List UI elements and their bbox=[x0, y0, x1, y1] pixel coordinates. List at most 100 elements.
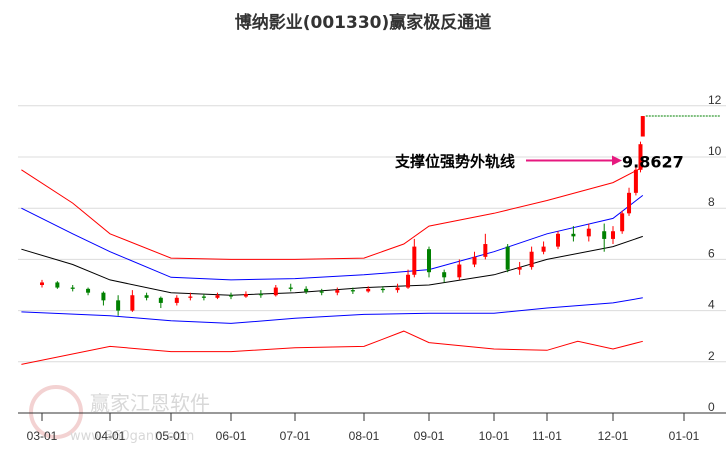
x-tick-label: 08-01 bbox=[349, 429, 380, 443]
candle bbox=[406, 269, 411, 289]
candle bbox=[288, 283, 293, 292]
candle-body bbox=[158, 297, 163, 303]
x-tick-label: 03-01 bbox=[27, 429, 58, 443]
candle bbox=[541, 241, 546, 255]
candle bbox=[70, 285, 75, 292]
y-tick-label: 12 bbox=[708, 93, 722, 107]
candle-body bbox=[586, 228, 591, 237]
candle-body bbox=[86, 288, 91, 293]
band-middle bbox=[21, 235, 643, 296]
candle-body bbox=[412, 246, 417, 275]
candle bbox=[640, 116, 645, 137]
candle-body bbox=[483, 244, 488, 257]
x-tick-label: 06-01 bbox=[216, 429, 247, 443]
candle-body bbox=[288, 287, 293, 289]
candle bbox=[116, 295, 121, 316]
candle bbox=[412, 238, 417, 278]
x-tick-label: 01-01 bbox=[669, 429, 700, 443]
candle bbox=[627, 187, 632, 216]
candle-body bbox=[130, 295, 135, 311]
candle-body bbox=[517, 267, 522, 270]
candle bbox=[529, 246, 534, 270]
candle-body bbox=[611, 231, 615, 239]
candle-body bbox=[442, 272, 447, 278]
candle bbox=[602, 223, 607, 252]
candle bbox=[158, 296, 163, 309]
watermark-brand: 赢家江恩软件 bbox=[90, 391, 210, 415]
candle bbox=[130, 290, 135, 312]
candle bbox=[505, 244, 510, 273]
y-tick-label: 2 bbox=[708, 349, 715, 363]
candle-body bbox=[541, 246, 546, 252]
candle bbox=[174, 295, 179, 306]
candle-body bbox=[101, 292, 106, 301]
candle bbox=[586, 223, 591, 242]
candle-body bbox=[457, 264, 462, 278]
candle bbox=[472, 251, 477, 268]
candle-body bbox=[627, 192, 632, 214]
candle bbox=[243, 291, 248, 298]
candle-body bbox=[188, 296, 193, 298]
candle-body bbox=[229, 295, 233, 297]
candle-body bbox=[350, 290, 355, 292]
candle bbox=[40, 279, 44, 288]
candle-body bbox=[602, 231, 607, 239]
candle-body bbox=[620, 213, 625, 232]
channel-chart: 赢家江恩软件 www.360gann.com 02468101203-01 04-… bbox=[18, 93, 726, 444]
x-tick-label: 10-01 bbox=[479, 429, 510, 443]
candle bbox=[457, 259, 462, 280]
x-tick-label: 07-01 bbox=[280, 429, 311, 443]
candle-body bbox=[243, 293, 248, 297]
x-tick-label: 11-01 bbox=[532, 429, 562, 443]
candle bbox=[611, 226, 615, 245]
candle-body bbox=[380, 288, 385, 291]
candle bbox=[335, 287, 340, 296]
candle bbox=[620, 210, 625, 234]
candle bbox=[442, 269, 447, 283]
candle-body bbox=[472, 256, 477, 265]
candle bbox=[304, 286, 309, 294]
candle bbox=[55, 281, 60, 289]
annotation-label: 支撑位强势外轨线 bbox=[394, 153, 515, 171]
candle-body bbox=[201, 296, 206, 298]
candle bbox=[556, 231, 560, 250]
y-tick-label: 6 bbox=[708, 246, 715, 260]
candle-body bbox=[40, 282, 44, 285]
candle bbox=[215, 292, 220, 300]
candle-body bbox=[640, 116, 645, 137]
candle bbox=[101, 291, 106, 306]
x-tick-label: 04-01 bbox=[95, 429, 126, 443]
candle bbox=[144, 292, 149, 301]
candle-body bbox=[70, 287, 75, 289]
x-tick-label: 09-01 bbox=[414, 429, 445, 443]
x-tick-label: 12-01 bbox=[598, 429, 629, 443]
candle-body bbox=[427, 249, 431, 273]
candle-body bbox=[505, 246, 510, 270]
candle-body bbox=[144, 295, 149, 298]
candle bbox=[229, 292, 233, 300]
candle-body bbox=[366, 288, 371, 292]
candle bbox=[86, 287, 91, 296]
candle-body bbox=[116, 300, 121, 311]
candle-body bbox=[406, 274, 411, 288]
candle bbox=[319, 288, 324, 296]
candle-body bbox=[395, 287, 400, 291]
candle bbox=[483, 233, 488, 260]
band-lower-outer bbox=[21, 330, 643, 365]
candle bbox=[517, 261, 522, 275]
candle-body bbox=[304, 288, 309, 292]
candle bbox=[273, 285, 278, 297]
band-upper-outer bbox=[21, 166, 644, 260]
candle-body bbox=[55, 282, 60, 288]
annotation-value: 9.8627 bbox=[622, 153, 684, 172]
y-tick-label: 4 bbox=[708, 298, 715, 312]
candle-body bbox=[633, 169, 638, 193]
candle-body bbox=[556, 233, 560, 247]
candle bbox=[395, 283, 400, 293]
candle-body bbox=[273, 287, 278, 296]
candle-body bbox=[174, 297, 179, 303]
candle bbox=[427, 246, 431, 278]
candle-body bbox=[571, 233, 576, 237]
y-tick-label: 0 bbox=[708, 400, 715, 414]
candle bbox=[258, 290, 263, 298]
